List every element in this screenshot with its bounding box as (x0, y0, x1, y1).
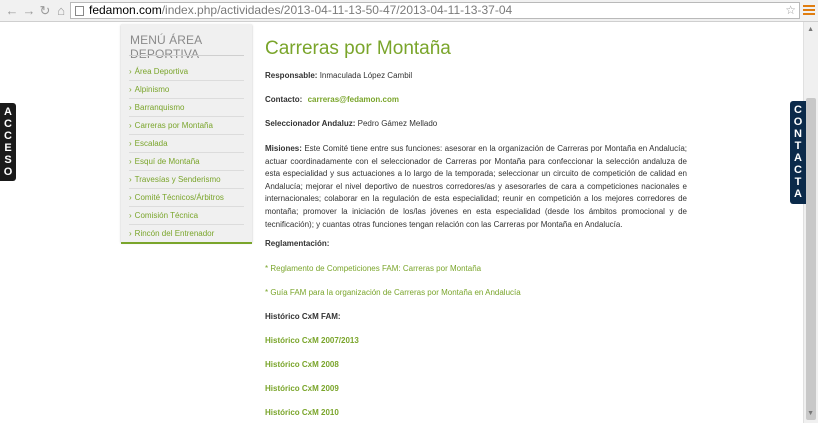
scrollbar-thumb[interactable] (806, 98, 816, 420)
sidebar-bottom-bar (121, 242, 252, 244)
sidebar-item-label: Comisión Técnica (134, 211, 199, 220)
chevron-right-icon: › (129, 139, 132, 148)
misiones-label: Misiones: (265, 144, 302, 153)
page-icon (75, 6, 84, 16)
home-icon[interactable]: ⌂ (53, 3, 69, 19)
sidebar-item-label: Escalada (134, 139, 168, 148)
browser-menu-icon[interactable] (803, 3, 815, 17)
chevron-right-icon: › (129, 157, 132, 166)
chevron-right-icon: › (129, 121, 132, 130)
sidebar-item-label: Barranquismo (134, 103, 185, 112)
scrollbar[interactable] (803, 22, 818, 423)
sidebar-item-escalada[interactable]: › Escalada (129, 135, 244, 153)
sidebar-item-label: Travesías y Senderismo (134, 175, 221, 184)
sidebar-item-label: Área Deportiva (134, 67, 189, 76)
sidebar-item-label: Esquí de Montaña (134, 157, 200, 166)
sidebar-item-alpinismo[interactable]: › Alpinismo (129, 81, 244, 99)
chevron-right-icon: › (129, 211, 132, 220)
acceso-tab[interactable]: ACCESO (0, 103, 16, 181)
sidebar-item-label: Alpinismo (134, 85, 170, 94)
sidebar-item-rincon[interactable]: › Rincón del Entrenador (129, 225, 244, 242)
reglamentacion-label: Reglamentación: (265, 239, 330, 248)
sidebar-item-esqui[interactable]: › Esquí de Montaña (129, 153, 244, 171)
sidebar-item-label: Rincón del Entrenador (134, 229, 215, 238)
sidebar-item-comision[interactable]: › Comisión Técnica (129, 207, 244, 225)
historico-label: Histórico CxM FAM: (265, 312, 341, 321)
reglamento-link-2[interactable]: * Guía FAM para la organización de Carre… (265, 288, 521, 297)
scroll-up-icon[interactable]: ▲ (807, 26, 814, 33)
sidebar-divider (129, 55, 244, 56)
url-host: fedamon.com (89, 3, 162, 17)
sidebar-item-travesias[interactable]: › Travesías y Senderismo (129, 171, 244, 189)
responsable-row: Responsable: Inmaculada López Cambil (265, 71, 412, 80)
sidebar-item-carreras[interactable]: › Carreras por Montaña (129, 117, 244, 135)
sidebar-item-label: Comité Técnicos/Árbitros (134, 193, 224, 202)
misiones-text: Este Comité tiene entre sus funciones: a… (265, 144, 687, 229)
sidebar-item-comite[interactable]: › Comité Técnicos/Árbitros (129, 189, 244, 207)
historico-link-2010[interactable]: Histórico CxM 2010 (265, 408, 339, 417)
historico-link-2007-2013[interactable]: Histórico CxM 2007/2013 (265, 336, 359, 345)
historico-link-2008[interactable]: Histórico CxM 2008 (265, 360, 339, 369)
contacto-email-link[interactable]: carreras@fedamon.com (308, 95, 399, 104)
sidebar-item-label: Carreras por Montaña (134, 121, 213, 130)
forward-icon[interactable]: → (21, 3, 37, 19)
seleccionador-label: Seleccionador Andaluz: (265, 119, 356, 128)
responsable-value: Inmaculada López Cambil (319, 71, 413, 80)
chevron-right-icon: › (129, 175, 132, 184)
contacto-row: Contacto: carreras@fedamon.com (265, 95, 399, 104)
seleccionador-value: Pedro Gámez Mellado (357, 119, 438, 128)
chevron-right-icon: › (129, 229, 132, 238)
sidebar-item-barranquismo[interactable]: › Barranquismo (129, 99, 244, 117)
scroll-down-icon[interactable]: ▼ (807, 410, 814, 417)
chevron-right-icon: › (129, 103, 132, 112)
bookmark-star-icon[interactable]: ☆ (785, 3, 796, 18)
reload-icon[interactable]: ↻ (37, 3, 53, 19)
seleccionador-row: Seleccionador Andaluz: Pedro Gámez Mella… (265, 119, 437, 128)
chevron-right-icon: › (129, 193, 132, 202)
sidebar-list: › Área Deportiva › Alpinismo › Barranquismo… (129, 63, 244, 242)
contacta-tab-label: CONTACTA (793, 104, 803, 200)
misiones-paragraph: Misiones: Este Comité tiene entre sus fu… (265, 143, 687, 231)
page-title: Carreras por Montaña (265, 38, 451, 59)
sidebar-title: MENÚ ÁREA DEPORTIVA (130, 33, 202, 61)
sidebar-menu: MENÚ ÁREA DEPORTIVA › Área Deportiva › Alp… (121, 24, 252, 242)
acceso-tab-label: ACCESO (3, 106, 13, 178)
chevron-right-icon: › (129, 67, 132, 76)
reglamento-link-1[interactable]: * Reglamento de Competiciones FAM: Carre… (265, 264, 481, 273)
historico-link-2009[interactable]: Histórico CxM 2009 (265, 384, 339, 393)
contacta-tab[interactable]: CONTACTA (790, 101, 806, 204)
chevron-right-icon: › (129, 85, 132, 94)
responsable-label: Responsable: (265, 71, 318, 80)
contacto-label: Contacto: (265, 95, 303, 104)
browser-toolbar: ← → ↻ ⌂ fedamon.com/index.php/actividade… (0, 0, 818, 22)
address-bar[interactable]: fedamon.com/index.php/actividades/2013-0… (70, 2, 800, 19)
sidebar-item-area-deportiva[interactable]: › Área Deportiva (129, 63, 244, 81)
url-path: /index.php/actividades/2013-04-11-13-50-… (161, 3, 513, 17)
back-icon[interactable]: ← (4, 3, 20, 19)
